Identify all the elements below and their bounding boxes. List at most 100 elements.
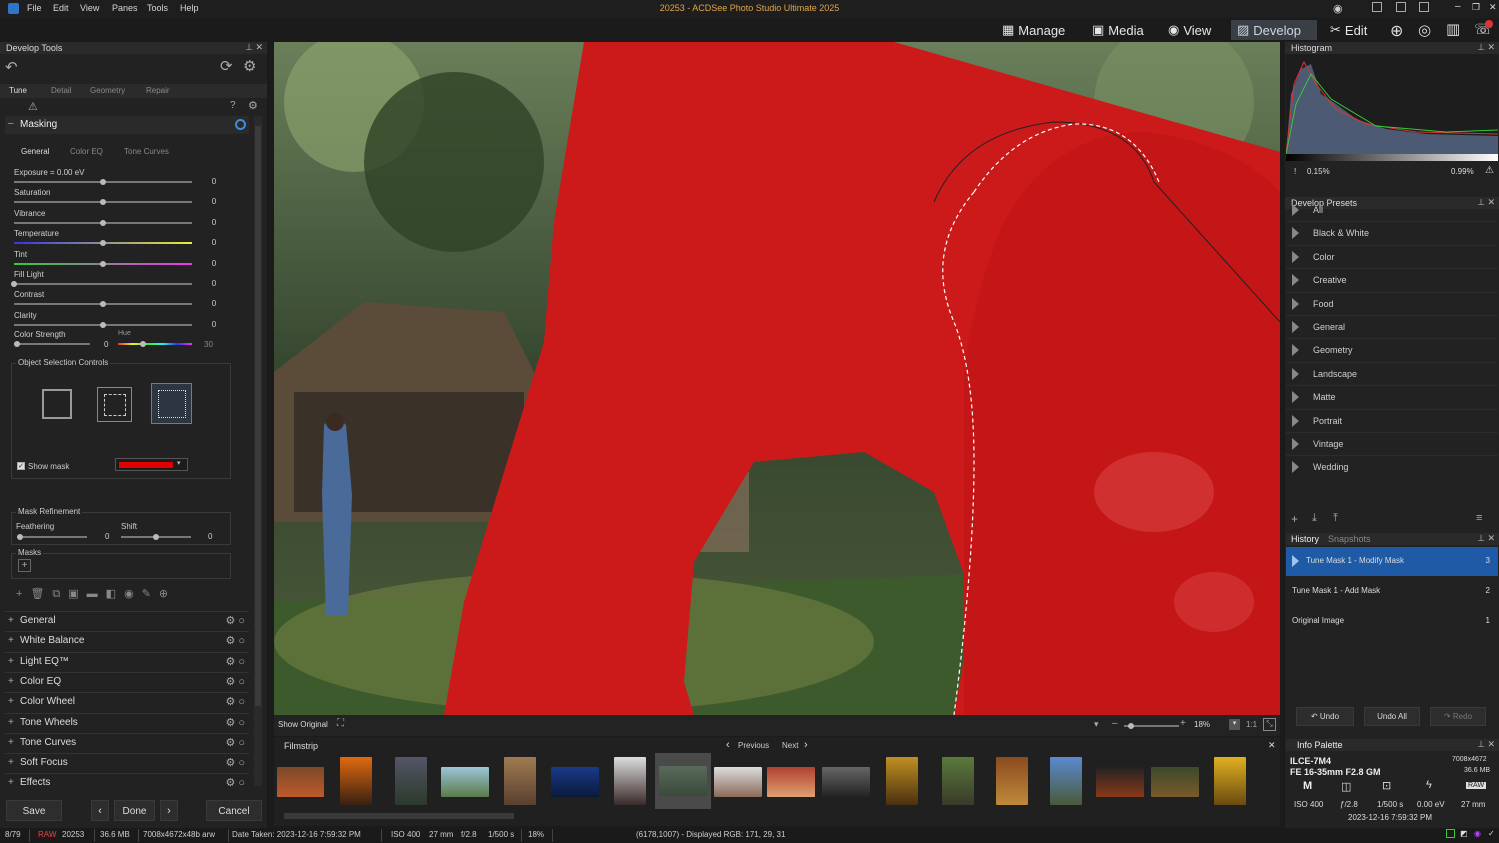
thumbnail[interactable] — [277, 767, 324, 797]
mask-indicator-icon[interactable]: ◩ — [1460, 829, 1468, 838]
section-gear-icon[interactable]: ⚙ ○ — [225, 634, 245, 647]
slider-track[interactable] — [14, 179, 192, 185]
thumbnail[interactable] — [1151, 767, 1199, 797]
invert-icon[interactable]: ◧ — [106, 588, 124, 600]
thumbnail[interactable] — [822, 767, 870, 797]
masking-header[interactable]: – Masking — [5, 116, 249, 134]
chevron-right-icon[interactable]: › — [804, 739, 808, 751]
tool-section[interactable]: + Light EQ™ ⚙ ○ — [5, 651, 249, 672]
tool-section[interactable]: + Effects ⚙ ○ — [5, 773, 249, 793]
section-gear-icon[interactable]: ⚙ ○ — [225, 756, 245, 769]
filmstrip-scrollbar[interactable] — [284, 813, 514, 819]
cancel-button[interactable]: Cancel — [206, 800, 262, 821]
fit-screen-icon[interactable]: ⤡ — [1263, 718, 1276, 731]
thumbnail[interactable] — [551, 767, 599, 797]
selected-thumbnail-frame[interactable] — [655, 753, 711, 809]
shift-slider[interactable] — [121, 534, 191, 540]
thumbnail[interactable] — [340, 757, 372, 805]
fill-icon[interactable]: ▬ — [87, 588, 106, 600]
section-gear-icon[interactable]: ⚙ ○ — [225, 614, 245, 627]
feathering-slider[interactable] — [17, 534, 87, 540]
color-indicator-icon[interactable]: ◉ — [1474, 829, 1481, 838]
thumbnail[interactable] — [441, 767, 489, 797]
section-gear-icon[interactable]: ⚙ ○ — [225, 716, 245, 729]
section-gear-icon[interactable]: ⚙ ○ — [225, 736, 245, 749]
color-strength-slider[interactable] — [14, 341, 90, 347]
highlight-warning-icon[interactable]: ⚠ — [1485, 165, 1494, 176]
globe-icon[interactable]: ⊕ — [1390, 21, 1403, 41]
warning-icon[interactable]: ⚠ — [28, 100, 38, 113]
thumbnail[interactable] — [767, 767, 815, 797]
redo-button[interactable]: ↷ Redo — [1430, 707, 1486, 726]
thumbnail[interactable] — [1096, 767, 1144, 797]
preset-item[interactable]: General — [1286, 315, 1498, 338]
zoom-in-icon[interactable]: + — [1180, 718, 1186, 729]
tab-detail[interactable]: Detail — [45, 84, 78, 97]
green-indicator-icon[interactable] — [1446, 829, 1455, 838]
trash-icon[interactable]: 🗑 — [30, 588, 52, 600]
slider-track[interactable] — [14, 199, 192, 206]
pin-close-icons[interactable]: ⊥ ✕ — [1477, 42, 1495, 53]
tab-repair[interactable]: Repair — [140, 84, 176, 97]
slider-track[interactable] — [14, 219, 192, 226]
select-object-icon[interactable] — [151, 383, 192, 424]
slider-track[interactable] — [14, 321, 192, 328]
add-preset-icon[interactable]: + — [1291, 512, 1298, 526]
tab-geometry[interactable]: Geometry — [84, 84, 132, 97]
tool-section[interactable]: + White Balance ⚙ ○ — [5, 631, 249, 651]
undo-arrow-icon[interactable]: ↶ — [5, 58, 18, 76]
thumbnail[interactable] — [1050, 757, 1082, 805]
reset-icon[interactable]: ⟳ — [220, 57, 233, 75]
layout-left-icon[interactable] — [1372, 2, 1382, 12]
thumbnail[interactable] — [886, 757, 918, 805]
slider-knob[interactable] — [11, 281, 17, 287]
mask-toggle-icon[interactable] — [235, 119, 246, 130]
thumbnail[interactable] — [714, 767, 762, 797]
chevron-left-icon[interactable]: ‹ — [726, 739, 730, 751]
check-indicator-icon[interactable]: ✓ — [1488, 829, 1495, 838]
history-tab[interactable]: History — [1291, 534, 1319, 544]
slider-knob[interactable] — [100, 260, 106, 267]
undo-button[interactable]: ↶ Undo — [1296, 707, 1354, 726]
tool-section[interactable]: + Color EQ ⚙ ○ — [5, 671, 249, 692]
next-button[interactable]: Next — [782, 741, 798, 750]
mode-view[interactable]: ◉ View — [1162, 20, 1217, 40]
history-item[interactable]: Tune Mask 1 - Modify Mask 3 — [1286, 547, 1498, 576]
select-subtract-icon[interactable] — [97, 387, 132, 422]
snapshots-tab[interactable]: Snapshots — [1328, 534, 1371, 544]
slider-knob[interactable] — [100, 321, 106, 328]
section-gear-icon[interactable]: ⚙ ○ — [225, 655, 245, 668]
hue-slider[interactable] — [118, 341, 192, 347]
thumbnail[interactable] — [614, 757, 646, 805]
tab-tune[interactable]: Tune — [3, 84, 33, 97]
subtab-tone-curves[interactable]: Tone Curves — [124, 147, 169, 156]
add-mask-button[interactable]: + — [18, 559, 31, 572]
pin-close-icons[interactable]: ⊥ ✕ — [245, 42, 263, 53]
settings-gear-icon[interactable]: ⚙ — [243, 57, 256, 75]
slider-knob[interactable] — [100, 219, 106, 226]
preset-item[interactable]: Creative — [1286, 268, 1498, 291]
actual-size-label[interactable]: 1:1 — [1246, 720, 1257, 729]
undo-all-button[interactable]: Undo All — [1364, 707, 1420, 726]
preset-item[interactable]: Vintage — [1286, 432, 1498, 455]
shadow-clip-icon[interactable]: ! — [1294, 167, 1296, 176]
close-window-icon[interactable]: ✕ — [1489, 2, 1497, 13]
zoom-out-icon[interactable]: – — [1112, 718, 1118, 729]
previous-button[interactable]: Previous — [738, 741, 769, 750]
image-viewer[interactable] — [274, 42, 1280, 715]
add-icon[interactable]: + — [16, 588, 30, 600]
section-gear-icon[interactable]: ⚙ ○ — [225, 776, 245, 789]
mask-color-picker[interactable]: ▾ — [115, 458, 188, 471]
pin-close-icons[interactable]: ⊥ ✕ — [1477, 533, 1495, 544]
save-button[interactable]: Save — [6, 800, 62, 821]
section-gear-icon[interactable]: ⚙ ○ — [225, 695, 245, 708]
preset-menu-icon[interactable]: ≡ — [1476, 512, 1482, 524]
zoom-dropdown-icon[interactable]: ▾ — [1229, 719, 1240, 730]
brush-icon[interactable]: ✎ — [142, 588, 159, 600]
paste-icon[interactable]: ▣ — [68, 588, 86, 600]
pin-close-icons[interactable]: ⊥ ✕ — [1477, 739, 1495, 750]
preset-item[interactable]: Wedding — [1286, 455, 1498, 478]
account-icon[interactable]: ◉ — [1333, 2, 1343, 15]
visibility-icon[interactable]: ◉ — [124, 588, 142, 600]
next-tool-button[interactable]: › — [160, 800, 178, 821]
